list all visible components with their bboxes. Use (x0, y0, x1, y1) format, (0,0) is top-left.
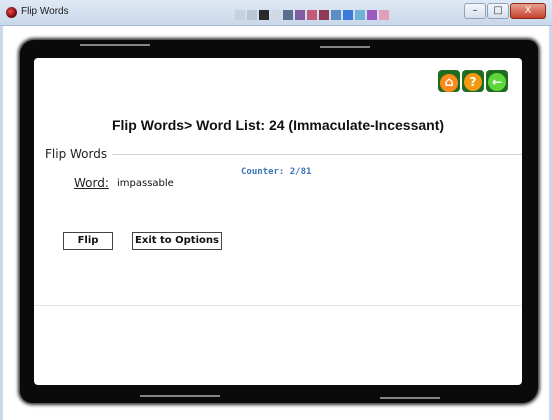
taskbar-thumbnails (235, 10, 391, 20)
app-icon (6, 7, 17, 18)
home-icon[interactable]: ⌂ (438, 70, 460, 92)
exit-to-options-button[interactable]: Exit to Options (132, 232, 222, 250)
window-title: Flip Words (21, 6, 69, 17)
toolbar: ⌂? ← (436, 70, 508, 92)
taskbar-thumbnail (235, 10, 245, 20)
help-icon[interactable]: ? (462, 70, 484, 92)
section-divider (112, 154, 522, 155)
word-label: Word: (74, 176, 109, 190)
flip-button[interactable]: Flip (63, 232, 113, 250)
minimize-button[interactable]: – (464, 3, 486, 19)
frame-scuff (320, 46, 370, 48)
close-button[interactable]: X (510, 3, 546, 19)
frame-scuff (380, 397, 440, 399)
taskbar-thumbnail (271, 10, 281, 20)
taskbar-thumbnail (259, 10, 269, 20)
frame-scuff (80, 44, 150, 46)
counter-text: Counter: 2/81 (241, 167, 312, 177)
section-label: Flip Words (45, 147, 108, 161)
taskbar-thumbnail (331, 10, 341, 20)
taskbar-thumbnail (295, 10, 305, 20)
frame-scuff (140, 395, 220, 397)
window-controls: – □ X (463, 3, 546, 21)
back-arrow-icon[interactable]: ← (486, 70, 508, 92)
taskbar-thumbnail (367, 10, 377, 20)
page-title: Flip Words> Word List: 24 (Immaculate-In… (111, 117, 445, 133)
word-value: impassable (117, 178, 174, 189)
taskbar-thumbnail (319, 10, 329, 20)
taskbar-thumbnail (343, 10, 353, 20)
maximize-button[interactable]: □ (487, 3, 509, 19)
content-panel: ⌂? ← Flip Words> Word List: 24 (Immaculat… (34, 58, 522, 385)
taskbar-thumbnail (379, 10, 389, 20)
taskbar-thumbnail (247, 10, 257, 20)
bottom-divider (34, 305, 522, 306)
window-titlebar[interactable]: Flip Words – □ X (0, 0, 552, 26)
taskbar-thumbnail (355, 10, 365, 20)
window-border-left (0, 26, 3, 420)
taskbar-thumbnail (307, 10, 317, 20)
taskbar-thumbnail (283, 10, 293, 20)
